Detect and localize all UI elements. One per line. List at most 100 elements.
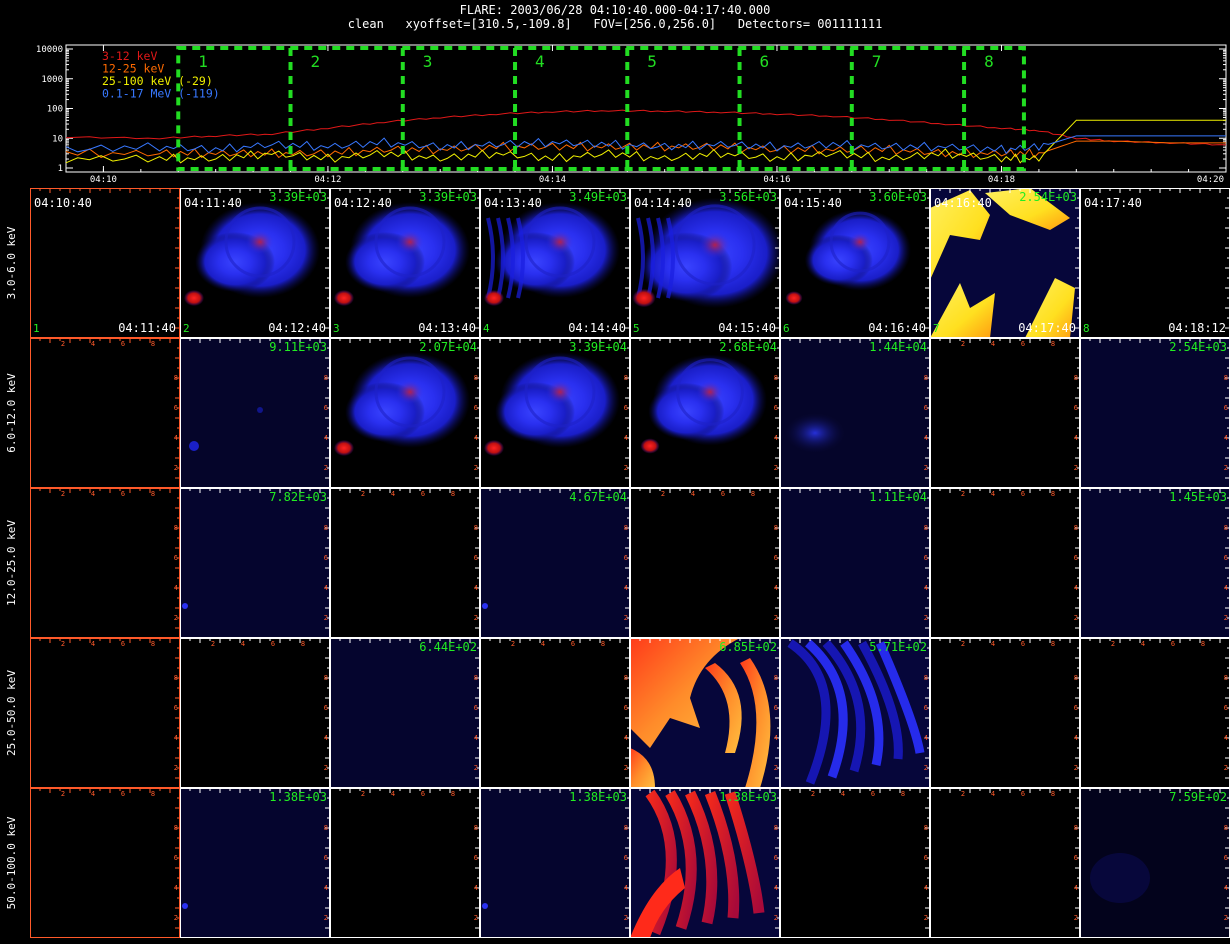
- emission-core: [396, 230, 424, 254]
- frame-x-tick-label: 2: [961, 490, 965, 498]
- image-max-label: 2.68E+04: [719, 340, 777, 354]
- frame-x-tick-label: 4: [691, 490, 695, 498]
- frame-y-tick-label: 2: [1224, 914, 1228, 922]
- frame-x-tick-label: 2: [61, 340, 65, 348]
- faint-source: [482, 603, 488, 609]
- frame-y-tick-label: 4: [924, 584, 928, 592]
- series-line: [65, 135, 1226, 155]
- frame-y-tick-label: 2: [1074, 614, 1078, 622]
- frame-index: 5: [633, 322, 640, 335]
- frame-y-tick-label: 4: [324, 884, 328, 892]
- frame-x-tick-label: 4: [841, 790, 845, 798]
- frame-y-tick-label: 6: [774, 854, 778, 862]
- image-cell: 2 4 6 8 4.67E+04: [480, 488, 630, 638]
- y-tick-label: 1: [58, 164, 63, 174]
- frame-y-tick-label: 4: [324, 734, 328, 742]
- frame-y-tick-label: 6: [174, 404, 178, 412]
- emission-core: [546, 230, 574, 254]
- frame-y-tick-label: 4: [474, 434, 478, 442]
- frame-y-tick-label: 6: [174, 854, 178, 862]
- image-max-label: 3.49E+03: [569, 190, 627, 204]
- frame-y-tick-label: 6: [624, 854, 628, 862]
- interval-boxes: 1 2 3 4 5 6 7 8: [176, 46, 1026, 171]
- image-cell: 2 4 6 8 2 4 6 8: [930, 638, 1080, 788]
- cell-background: [480, 638, 630, 788]
- frame-y-tick-label: 8: [474, 374, 478, 382]
- frame-end-time: 04:11:40: [118, 321, 176, 335]
- frame-end-time: 04:18:12: [1168, 321, 1226, 335]
- frame-end-time: 04:13:40: [418, 321, 476, 335]
- emission-core: [696, 380, 724, 404]
- frame-y-tick-label: 2: [324, 764, 328, 772]
- row-energy-label: 6.0-12.0 keV: [5, 373, 18, 453]
- cell-background: [30, 638, 180, 788]
- frame-x-tick-label: 4: [91, 790, 95, 798]
- frame-x-tick-label: 4: [991, 340, 995, 348]
- emission-core: [698, 231, 732, 259]
- frame-y-tick-label: 4: [1074, 434, 1078, 442]
- frame-y-tick-label: 6: [474, 854, 478, 862]
- image-background: [180, 338, 330, 488]
- footpoint-source: [632, 288, 656, 308]
- cell-background: [1080, 638, 1230, 788]
- emission-core: [848, 231, 872, 253]
- image-cell: 2 4 6 8 2.07E+04: [330, 338, 480, 488]
- frame-y-tick-label: 6: [474, 554, 478, 562]
- image-max-label: 3.56E+03: [719, 190, 777, 204]
- frame-y-tick-label: 2: [924, 764, 928, 772]
- faint-source: [1090, 853, 1150, 903]
- frame-y-tick-label: 8: [324, 524, 328, 532]
- frame-y-tick-label: 6: [1074, 554, 1078, 562]
- frame-index: 2: [183, 322, 190, 335]
- frame-y-tick-label: 2: [924, 614, 928, 622]
- frame-y-tick-label: 4: [624, 584, 628, 592]
- frame-y-tick-label: 6: [624, 554, 628, 562]
- y-tick-label: 1000: [41, 75, 63, 85]
- frame-y-tick-label: 2: [324, 614, 328, 622]
- image-cell: 2 4 6 8 2.68E+04: [630, 338, 780, 488]
- image-cell: 2 4 6 8 2 4 6 8: [630, 488, 780, 638]
- frame-y-tick-label: 2: [774, 764, 778, 772]
- frame-index: 7: [933, 322, 940, 335]
- cell-background: [1080, 188, 1230, 338]
- frame-x-tick-label: 2: [361, 790, 365, 798]
- frame-y-tick-label: 4: [1224, 434, 1228, 442]
- frame-y-tick-label: 4: [1224, 584, 1228, 592]
- frame-y-tick-label: 8: [624, 674, 628, 682]
- frame-y-tick-label: 2: [774, 464, 778, 472]
- series-line: [65, 109, 1227, 146]
- frame-x-tick-label: 2: [1111, 640, 1115, 648]
- image-cell: 2 4 6 8 1.38E+03: [480, 788, 630, 938]
- image-cell: 04:10:40 04:11:40 1: [30, 188, 180, 338]
- frame-y-tick-label: 8: [1224, 674, 1228, 682]
- image-grid: 3.0-6.0 keV 6.0-12.0 keV 12.0-25.0 keV 25.0…: [5, 188, 1230, 938]
- frame-x-tick-label: 8: [301, 640, 305, 648]
- frame-y-tick-label: 4: [774, 884, 778, 892]
- frame-y-tick-label: 8: [474, 524, 478, 532]
- emission-core: [396, 380, 424, 404]
- image-background: [1080, 338, 1230, 488]
- frame-x-tick-label: 8: [1201, 640, 1205, 648]
- frame-y-tick-label: 8: [774, 374, 778, 382]
- image-cell: 2 4 6 8 2 4 6 8: [30, 638, 180, 788]
- frame-y-tick-label: 2: [474, 464, 478, 472]
- frame-y-tick-label: 4: [1074, 884, 1078, 892]
- image-cell: 2 4 6 8 6.85E+02: [630, 638, 780, 788]
- frame-y-tick-label: 4: [1074, 734, 1078, 742]
- row-energy-label: 3.0-6.0 keV: [5, 226, 18, 299]
- frame-y-tick-label: 2: [1074, 464, 1078, 472]
- frame-y-tick-label: 4: [174, 884, 178, 892]
- frame-y-tick-label: 8: [1224, 374, 1228, 382]
- image-max-label: 3.39E+03: [419, 190, 477, 204]
- image-cell: 2 4 6 8 5.71E+02: [780, 638, 930, 788]
- frame-y-tick-label: 6: [1224, 554, 1228, 562]
- frame-start-time: 04:16:40: [934, 196, 992, 210]
- frame-y-tick-label: 2: [324, 464, 328, 472]
- frame-y-tick-label: 2: [774, 914, 778, 922]
- frame-x-tick-label: 2: [361, 490, 365, 498]
- image-cell: 2 4 6 8 9.11E+03: [180, 338, 330, 488]
- frame-x-tick-label: 6: [571, 640, 575, 648]
- faint-source: [785, 413, 845, 453]
- image-cell: 2 4 6 8 7.82E+03: [180, 488, 330, 638]
- interval-outline: [176, 46, 1026, 171]
